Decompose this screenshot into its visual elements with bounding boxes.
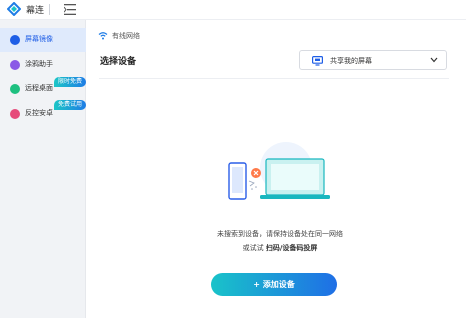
- free-limited-badge: 限时免费: [54, 77, 87, 87]
- doodle-icon: [10, 60, 20, 70]
- menu-collapse-icon[interactable]: [64, 4, 76, 15]
- header-divider: [99, 78, 449, 79]
- screen-mirror-icon: [10, 35, 20, 45]
- sidebar: 屏幕镜像 涂鸦助手 远程桌面 限时免费 反控安卓 免费试用: [0, 20, 87, 318]
- sidebar-item-label: 反控安卓: [25, 109, 53, 117]
- wifi-icon: [98, 32, 108, 40]
- title-divider: [49, 4, 50, 15]
- chevron-down-icon: [430, 57, 438, 63]
- sidebar-item-label: 屏幕镜像: [25, 35, 53, 43]
- add-device-button[interactable]: + 添加设备: [211, 273, 337, 296]
- sidebar-item-doodle[interactable]: 涂鸦助手: [0, 53, 86, 77]
- empty-message-line1: 未搜索到设备，请保持设备处在同一网络: [217, 230, 343, 238]
- network-label: 有线网络: [112, 32, 140, 40]
- sidebar-item-screen-mirror[interactable]: 屏幕镜像: [0, 28, 86, 52]
- monitor-icon: [312, 56, 323, 66]
- empty-message-line2: 或试试 扫码/设备码投屏: [180, 243, 380, 253]
- title-bar: 幕连: [0, 0, 466, 20]
- share-mode-dropdown[interactable]: 共享我的屏幕: [299, 50, 447, 70]
- dropdown-selected-value: 共享我的屏幕: [330, 57, 372, 65]
- sidebar-item-label: 远程桌面: [25, 84, 53, 92]
- scan-code-cast-link[interactable]: 扫码/设备码投屏: [266, 244, 318, 252]
- empty-message-prefix: 或试试: [242, 244, 266, 252]
- app-name: 幕连: [26, 6, 45, 16]
- no-device-illustration: [228, 142, 330, 200]
- select-device-title: 选择设备: [100, 57, 137, 67]
- sidebar-item-label: 涂鸦助手: [25, 60, 53, 68]
- remote-desktop-icon: [10, 84, 20, 94]
- free-trial-badge: 免费试用: [54, 100, 87, 110]
- android-control-icon: [10, 109, 20, 119]
- app-logo-icon: [7, 2, 21, 16]
